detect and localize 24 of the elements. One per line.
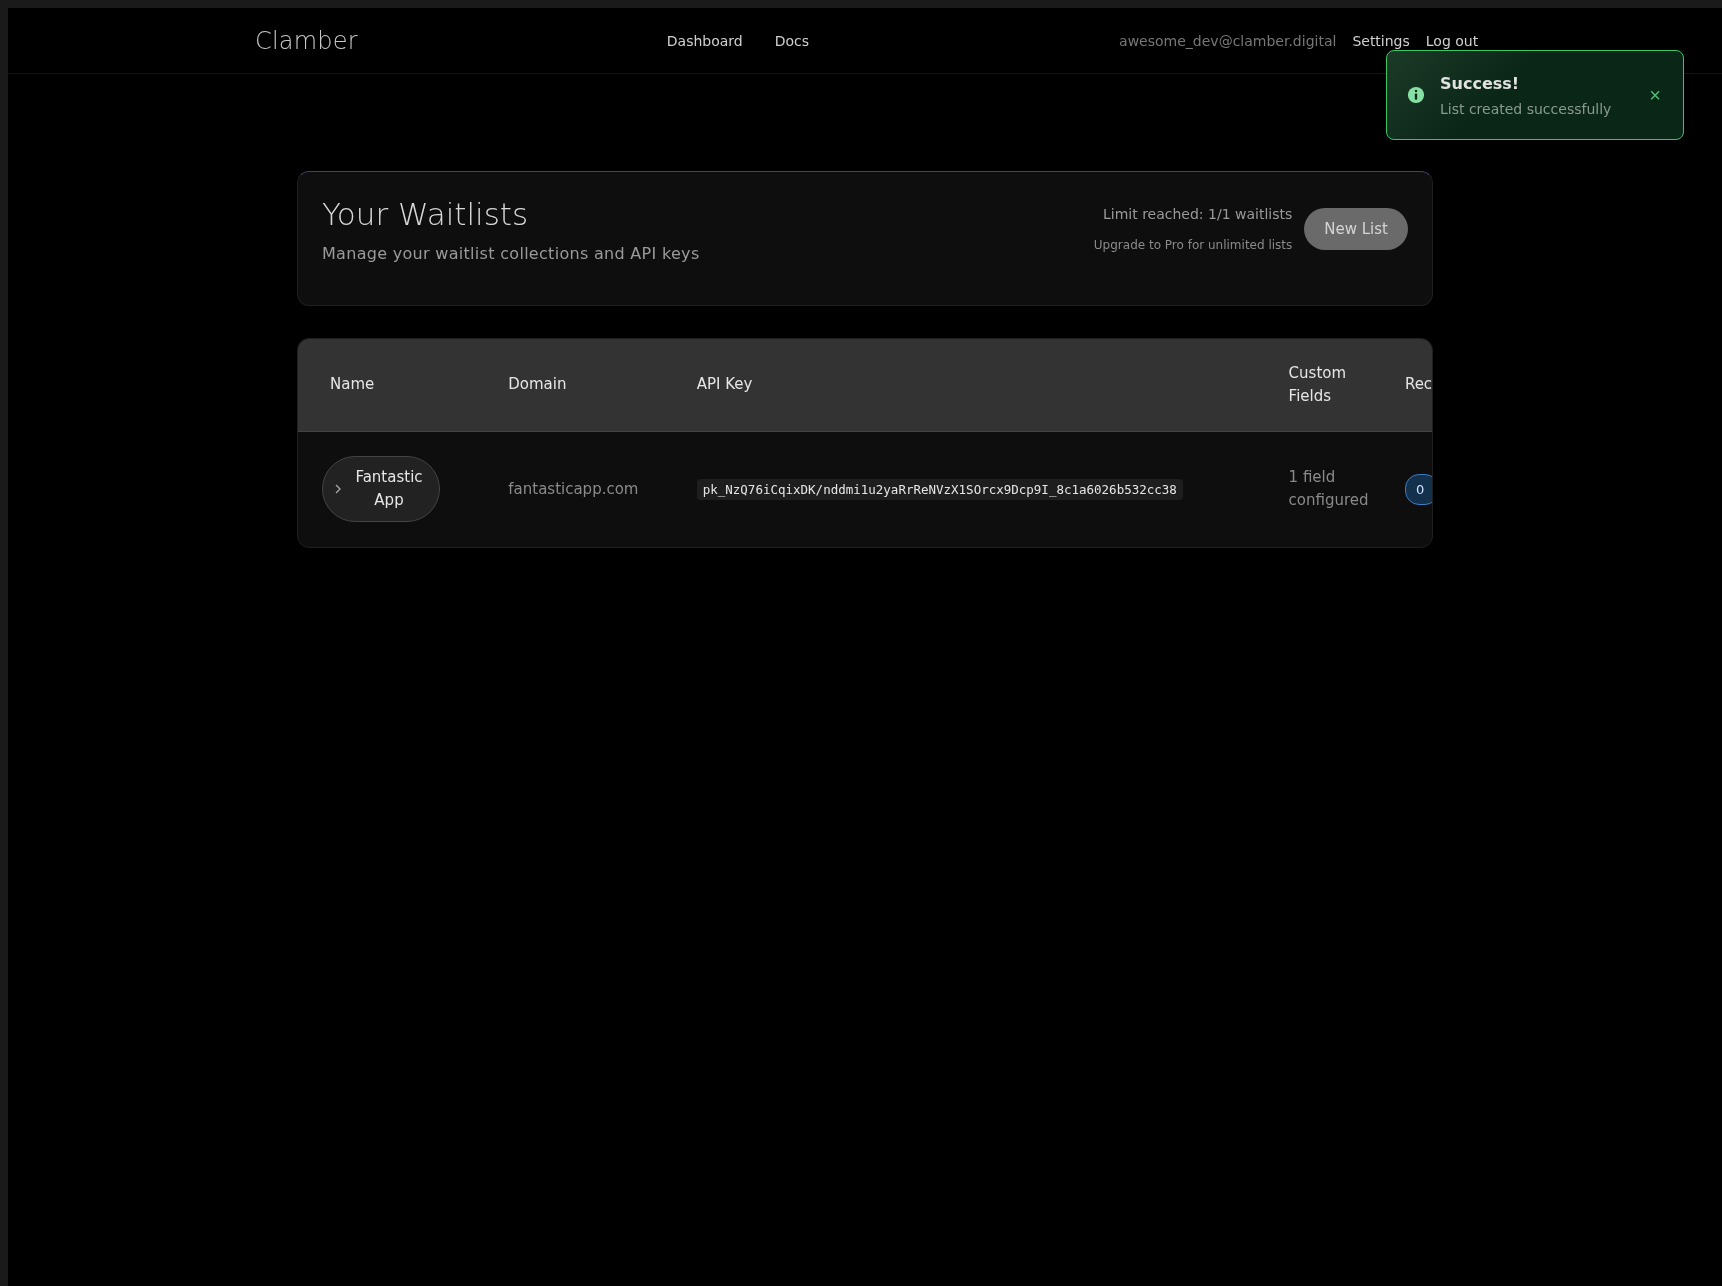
upgrade-text: Upgrade to Pro for unlimited lists xyxy=(1093,238,1293,252)
name-button[interactable]: Fantastic App xyxy=(322,456,440,522)
column-header: Custom Fields xyxy=(1256,339,1381,431)
limit-text: Limit reached: 1/1 waitlists xyxy=(1103,206,1293,222)
nav-link[interactable]: Dashboard xyxy=(666,32,743,49)
column-header: Rec xyxy=(1380,339,1432,431)
nav-link[interactable]: Log out xyxy=(1425,32,1479,49)
column-header: Domain xyxy=(476,339,665,431)
table-cell: fantasticapp.com xyxy=(476,431,665,547)
nav-link[interactable]: Docs xyxy=(774,32,810,49)
nav-link[interactable]: Settings xyxy=(1352,32,1410,49)
table-cell: 1 field configured xyxy=(1256,431,1381,547)
user-email: awesome_dev@clamber.digital xyxy=(1119,32,1337,49)
page-title: Your Waitlists xyxy=(322,196,530,232)
toast-title: Success! xyxy=(1440,73,1521,93)
count-badge: 0 xyxy=(1404,473,1432,505)
toast-message: List created successfully xyxy=(1440,100,1613,117)
page-subtitle: Manage your waitlist collections and API keys xyxy=(322,244,700,263)
column-header: API Key xyxy=(664,339,1257,431)
logo[interactable]: Clamber xyxy=(255,26,358,55)
close-button[interactable]: × xyxy=(1645,85,1665,105)
info-icon xyxy=(1407,86,1425,104)
api-key: pk_NzQ76iCqixDK/nddmi1u2yaRrReNVzX1SOrcx9Dcp9I_8c1a6026b532cc38 xyxy=(696,478,1183,500)
column-header: Name xyxy=(298,339,477,431)
